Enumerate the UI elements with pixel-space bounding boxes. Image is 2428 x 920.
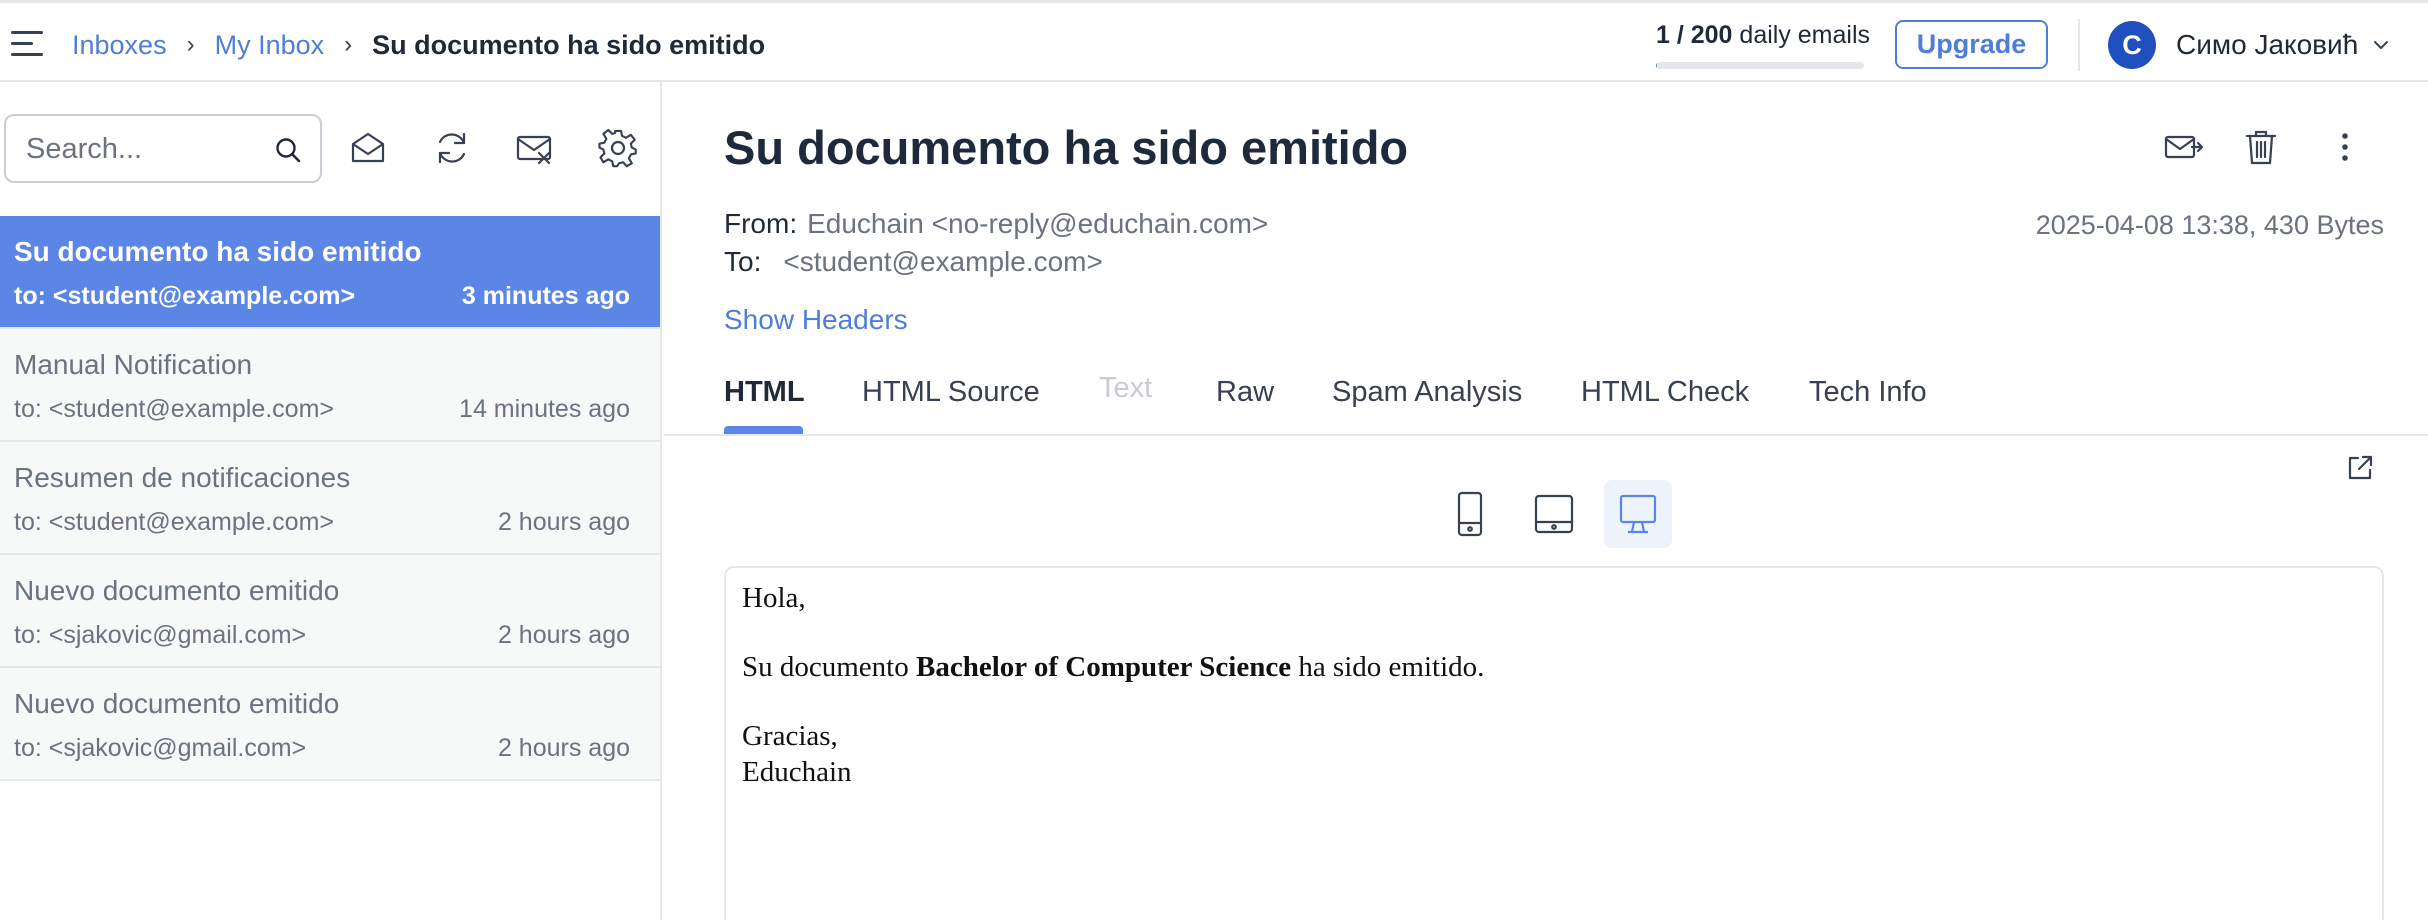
message-subject: Manual Notification (14, 349, 253, 380)
tab-tech-info[interactable]: Tech Info (1809, 376, 1927, 409)
breadcrumb: Inboxes › My Inbox › Su documento ha sid… (72, 25, 765, 65)
gear-icon[interactable] (598, 128, 638, 168)
divider (2078, 19, 2080, 71)
preview-body-line: Su documento Bachelor of Computer Scienc… (742, 649, 1484, 685)
avatar: C (2108, 21, 2156, 69)
tab-raw[interactable]: Raw (1216, 376, 1274, 409)
tablet-icon[interactable] (1520, 480, 1588, 548)
tab-html-source[interactable]: HTML Source (862, 376, 1040, 409)
forward-mail-icon[interactable] (2162, 126, 2204, 168)
email-preview: Hola, Su documento Bachelor of Computer … (724, 566, 2384, 920)
quota-progress-bar (1656, 62, 1864, 69)
breadcrumb-my-inbox[interactable]: My Inbox (215, 30, 325, 61)
message-recipient: to: <student@example.com> (14, 282, 356, 310)
quota-total: 200 (1690, 21, 1733, 49)
message-recipient: to: <student@example.com> (14, 395, 334, 423)
message-list-item[interactable]: Manual Notification to: <student@example.… (0, 329, 660, 442)
message-subject: Nuevo documento emitido (14, 688, 340, 719)
menu-icon[interactable] (11, 31, 43, 59)
message-list-item[interactable]: Nuevo documento emitido to: <sjakovic@gma… (0, 668, 660, 781)
quota-progress-fill (1656, 62, 1658, 69)
quota-used: 1 (1656, 21, 1670, 49)
message-view: Su documento ha sido emitido From: Educha… (664, 82, 2428, 920)
show-headers-link[interactable]: Show Headers (724, 304, 908, 336)
email-meta: 2025-04-08 13:38, 430 Bytes (2035, 210, 2384, 240)
quota-suffix: daily emails (1732, 21, 1871, 49)
tab-spam-analysis[interactable]: Spam Analysis (1332, 376, 1522, 409)
from-label: From: (724, 208, 798, 239)
inbox-panel: Su documento ha sido emitido to: <student… (0, 82, 662, 920)
breadcrumb-separator: › (344, 31, 353, 58)
message-list-item[interactable]: Resumen de notificaciones to: <student@ex… (0, 442, 660, 555)
chevron-down-icon (2374, 41, 2389, 49)
active-tab-indicator (724, 426, 803, 434)
message-subject: Nuevo documento emitido (14, 575, 340, 606)
user-menu[interactable]: C Симо Јаковић (2108, 20, 2390, 70)
breadcrumb-current: Su documento ha sido emitido (372, 29, 766, 60)
search-input[interactable] (26, 128, 256, 170)
preview-line-suffix: ha sido emitido. (1291, 651, 1485, 683)
desktop-icon[interactable] (1604, 480, 1672, 548)
breadcrumb-inboxes[interactable]: Inboxes (72, 30, 167, 61)
message-subject: Su documento ha sido emitido (14, 236, 422, 267)
email-subject: Su documento ha sido emitido (724, 121, 1409, 174)
mail-delete-icon[interactable] (514, 128, 554, 168)
daily-quota: 1 / 200 daily emails (1656, 21, 1870, 69)
message-time: 2 hours ago (497, 508, 630, 536)
trash-icon[interactable] (2240, 126, 2282, 168)
message-time: 14 minutes ago (459, 395, 630, 423)
message-time: 2 hours ago (497, 734, 630, 762)
preview-document-name: Bachelor of Computer Science (916, 651, 1292, 683)
external-link-icon[interactable] (2344, 452, 2376, 484)
search-box (4, 114, 322, 183)
quota-text: 1 / 200 daily emails (1656, 21, 1870, 50)
to-value: <student@example.com> (783, 246, 1103, 277)
message-list-item[interactable]: Nuevo documento emitido to: <sjakovic@gma… (0, 555, 660, 668)
user-name: Симо Јаковић (2176, 29, 2359, 60)
top-bar: Inboxes › My Inbox › Su documento ha sid… (0, 0, 2428, 82)
refresh-icon[interactable] (432, 128, 472, 168)
message-list: Su documento ha sido emitido to: <student… (0, 216, 660, 781)
message-recipient: to: <sjakovic@gmail.com> (14, 734, 307, 762)
tab-html[interactable]: HTML (724, 376, 805, 409)
message-list-item[interactable]: Su documento ha sido emitido to: <student… (0, 216, 660, 329)
view-tabs: HTML HTML Source Text Raw Spam Analysis … (664, 368, 2428, 436)
message-recipient: to: <student@example.com> (14, 508, 334, 536)
message-recipient: to: <sjakovic@gmail.com> (14, 621, 307, 649)
mobile-icon[interactable] (1436, 480, 1504, 548)
message-time: 2 hours ago (497, 621, 630, 649)
from-value: Educhain <no-reply@educhain.com> (807, 208, 1269, 239)
quota-slash: / (1669, 21, 1691, 49)
to-row: To: <student@example.com> (724, 246, 1103, 278)
breadcrumb-separator: › (186, 31, 195, 58)
tab-html-check[interactable]: HTML Check (1581, 376, 1749, 409)
to-label: To: (724, 246, 762, 277)
tab-text: Text (1099, 372, 1153, 404)
from-row: From: Educhain <no-reply@educhain.com> (724, 208, 1268, 240)
preview-greeting: Hola, (742, 582, 806, 614)
message-time: 3 minutes ago (461, 282, 630, 310)
more-options-icon[interactable] (2324, 126, 2366, 168)
upgrade-button[interactable]: Upgrade (1895, 20, 2048, 69)
search-icon[interactable] (274, 136, 302, 164)
preview-signature: Educhain (742, 756, 852, 788)
preview-line-prefix: Su documento (742, 651, 916, 683)
mail-open-icon[interactable] (348, 128, 388, 168)
message-subject: Resumen de notificaciones (14, 462, 351, 493)
preview-closing: Gracias, (742, 720, 838, 752)
